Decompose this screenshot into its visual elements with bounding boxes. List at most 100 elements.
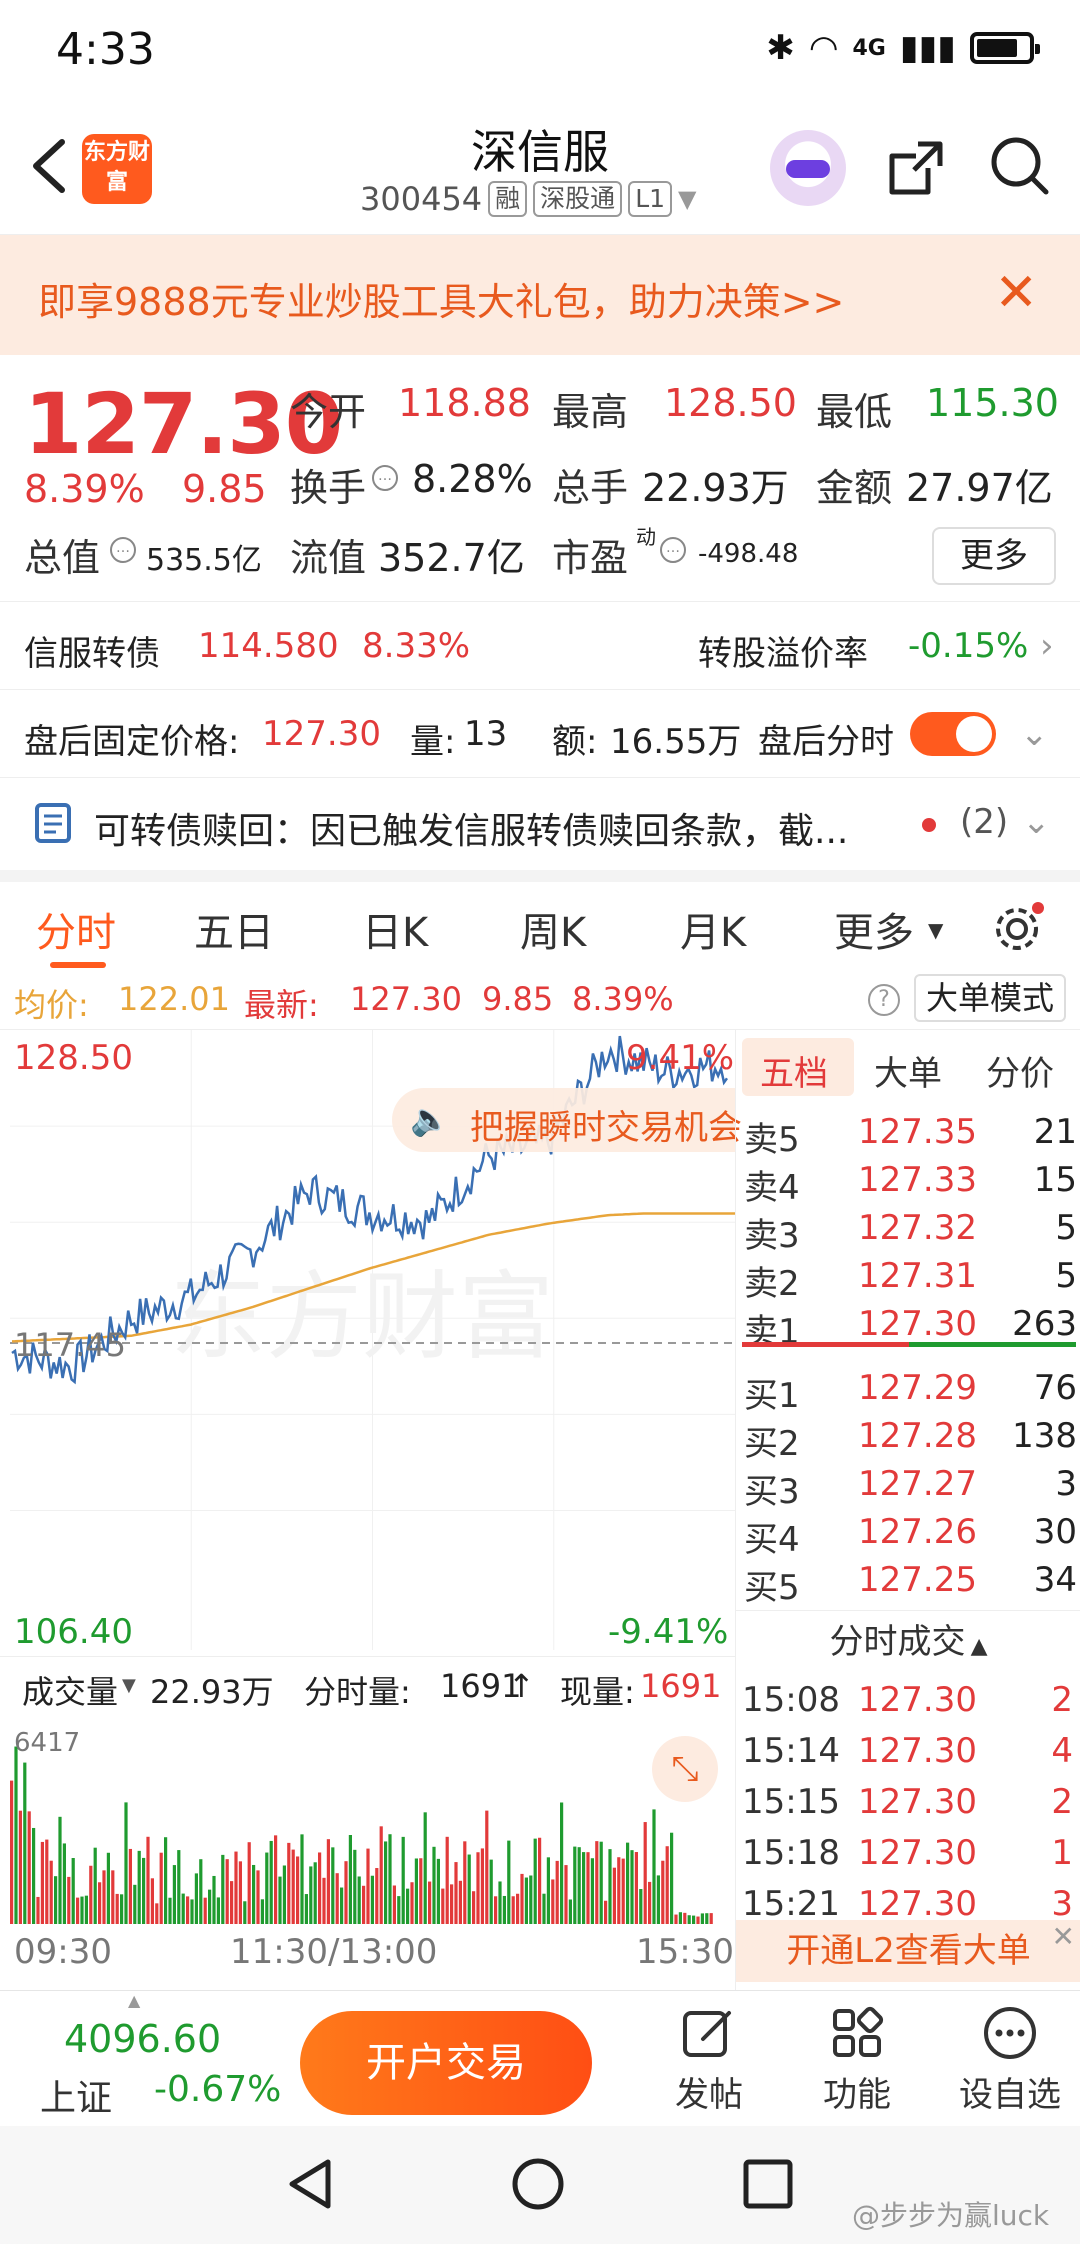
volume-bar — [80, 1896, 84, 1924]
ask-row[interactable]: 卖4 127.33 15 — [736, 1156, 1080, 1208]
volume-chart[interactable]: 6417 ⤡ — [0, 1718, 735, 1924]
expand-icon[interactable]: ⤡ — [652, 1736, 718, 1802]
search-icon[interactable] — [988, 134, 1052, 198]
volume-bar — [656, 1875, 660, 1924]
after-hours-toggle[interactable] — [910, 712, 996, 756]
more-button[interactable]: 更多 — [932, 527, 1056, 585]
convertible-bond-row[interactable]: 信服转债 114.580 8.33% 转股溢价率 -0.15% › — [0, 601, 1080, 689]
nav-post[interactable]: 发帖 — [654, 2005, 764, 2116]
x-label-open: 09:30 — [14, 1932, 112, 1972]
tab-daily-k[interactable]: 日K — [362, 900, 428, 958]
tab-weekly-k[interactable]: 周K — [520, 900, 586, 958]
trade-volume: 4 — [1051, 1731, 1073, 1771]
volume-bar — [511, 1896, 515, 1924]
tab-big-order[interactable]: 大单 — [874, 1046, 942, 1095]
tab-price-dist[interactable]: 分价 — [986, 1046, 1054, 1095]
amount-label: 金额 — [816, 466, 893, 510]
volume-bar — [309, 1866, 313, 1924]
promo-banner[interactable]: 即享9888元专业炒股工具大礼包，助力决策>> ✕ — [0, 235, 1080, 355]
tab-monthly-k[interactable]: 月K — [680, 900, 746, 958]
tab-intraday[interactable]: 分时 — [36, 900, 116, 958]
bid-row[interactable]: 买4 127.26 30 — [736, 1508, 1080, 1560]
ask-row[interactable]: 卖3 127.32 5 — [736, 1204, 1080, 1256]
volume-bar — [348, 1835, 352, 1924]
volume-bar — [533, 1838, 537, 1924]
low-label: 最低 — [816, 390, 893, 434]
volume-bar — [322, 1877, 326, 1924]
volume-bar — [260, 1899, 264, 1924]
volume-bar — [208, 1889, 212, 1924]
intraday-chart[interactable]: 东方财富 128.50 9.41% 117.45 106.40 -9.41% 🔈… — [0, 1030, 742, 1652]
volume-bar — [498, 1881, 502, 1924]
order-book-panel: 五档 大单 分价 卖5 127.35 21 卖4 127.33 15 卖3 127.32 5 卖2… — [735, 1030, 1080, 1990]
tab-five-day[interactable]: 五日 — [194, 900, 274, 958]
close-icon[interactable]: ✕ — [1052, 1920, 1075, 1953]
assistant-avatar-icon[interactable] — [770, 130, 846, 206]
caret-down-icon: ▼ — [928, 918, 944, 942]
trade-volume: 1 — [1051, 1833, 1073, 1873]
wifi-icon: ◠ — [808, 28, 839, 68]
promo-pill[interactable]: 🔈 把握瞬时交易机会 — [392, 1088, 742, 1152]
chevron-down-icon[interactable]: ⌄ — [1020, 714, 1049, 754]
tab-more[interactable]: 更多 — [834, 900, 914, 958]
volume-bar — [507, 1840, 511, 1924]
volume-bar — [164, 1837, 168, 1924]
close-icon[interactable]: ✕ — [994, 263, 1038, 323]
bottom-bar: ▲ 4096.60 上证 -0.67% 开户交易 发帖 功能 设自选 — [0, 1990, 1080, 2126]
volume-bar — [54, 1876, 58, 1924]
volume-bar — [608, 1849, 612, 1924]
bid-row[interactable]: 买2 127.28 138 — [736, 1412, 1080, 1464]
ask-row[interactable]: 卖1 127.30 263 — [736, 1300, 1080, 1352]
vol-max-label: 6417 — [14, 1728, 81, 1758]
volume-bar — [670, 1832, 674, 1924]
nav-home-icon[interactable] — [510, 2156, 566, 2212]
notice-row[interactable]: 可转债赎回：因已触发信服转债赎回条款，截... (2) ⌄ — [0, 777, 1080, 870]
index-name[interactable]: 上证 — [40, 2069, 112, 2121]
ask-row[interactable]: 卖5 127.35 21 — [736, 1108, 1080, 1160]
signal-icon: ▮▮▮ — [899, 28, 956, 68]
premium-value: -0.15% — [908, 626, 1029, 666]
tab-five-level[interactable]: 五档 — [760, 1046, 828, 1095]
y-ref-label: 117.45 — [14, 1326, 126, 1364]
trades-header[interactable]: 分时成交 ▲ — [736, 1610, 1080, 1672]
nav-recents-icon[interactable] — [740, 2156, 796, 2212]
ask-level: 卖4 — [744, 1168, 800, 1208]
bid-row[interactable]: 买3 127.27 3 — [736, 1460, 1080, 1512]
nav-back-icon[interactable] — [284, 2156, 340, 2212]
bid-row[interactable]: 买1 127.29 76 — [736, 1364, 1080, 1416]
volume-bar — [45, 1839, 49, 1924]
nav-add-watchlist[interactable]: 设自选 — [950, 2005, 1070, 2116]
volume-bar — [89, 1865, 93, 1924]
promo-text[interactable]: 即享9888元专业炒股工具大礼包，助力决策>> — [38, 271, 844, 326]
gear-icon[interactable] — [990, 902, 1044, 956]
index-value[interactable]: 4096.60 — [64, 2017, 221, 2061]
volume-bar — [291, 1849, 295, 1924]
l2-upsell[interactable]: 开通L2查看大单 ✕ — [736, 1920, 1080, 1982]
nav-functions[interactable]: 功能 — [802, 2005, 912, 2116]
index-pct[interactable]: -0.67% — [154, 2069, 281, 2110]
nav-add-watchlist-label: 设自选 — [959, 2075, 1061, 2115]
ask-row[interactable]: 卖2 127.31 5 — [736, 1252, 1080, 1304]
bond-price: 114.580 — [198, 626, 339, 666]
chevron-down-icon[interactable]: ⌄ — [1022, 802, 1051, 842]
big-order-mode-button[interactable]: 大单模式 — [913, 974, 1066, 1022]
stock-code-row[interactable]: 300454 融 深股通 L1 ▼ — [360, 180, 697, 218]
volume-bar — [674, 1914, 678, 1924]
info-icon[interactable]: … — [372, 465, 398, 491]
high-value: 128.50 — [664, 381, 797, 425]
volume-bar — [586, 1852, 590, 1924]
info-icon[interactable]: … — [660, 537, 686, 563]
volume-selector[interactable]: 成交量 — [22, 1667, 118, 1713]
volume-bar — [626, 1842, 630, 1924]
open-account-trade-button[interactable]: 开户交易 — [300, 2011, 592, 2115]
volume-bar — [516, 1893, 520, 1924]
latest-value: 127.30 — [350, 980, 462, 1018]
volume-chart-svg — [10, 1746, 713, 1924]
volume-bar — [124, 1802, 128, 1924]
volume-bar — [379, 1826, 383, 1924]
bid-row[interactable]: 买5 127.25 34 — [736, 1556, 1080, 1608]
help-icon[interactable]: ? — [868, 984, 900, 1016]
info-icon[interactable]: … — [110, 537, 136, 563]
share-icon[interactable] — [884, 136, 948, 200]
volume-bar — [238, 1861, 242, 1924]
